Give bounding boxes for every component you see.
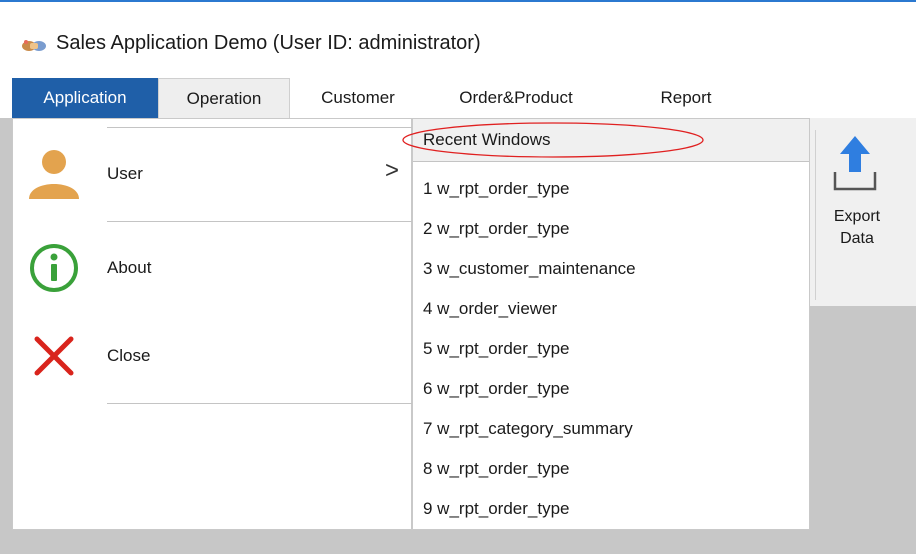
info-icon (30, 244, 78, 292)
export-upload-icon[interactable] (830, 134, 880, 198)
handshake-icon (22, 40, 46, 51)
tab-application[interactable]: Application (12, 78, 158, 118)
tab-report[interactable]: Report (636, 78, 736, 118)
export-label-line2: Data (840, 230, 874, 247)
recent-window-item[interactable]: 8 w_rpt_order_type (423, 459, 569, 479)
export-data-button[interactable]: Export Data (818, 206, 896, 250)
ribbon-divider (815, 130, 816, 300)
annotation-ellipse (402, 122, 704, 158)
menu-item-user-label: User (107, 164, 143, 183)
panel-separator (107, 221, 414, 222)
export-label-line1: Export (833, 208, 881, 225)
recent-window-item[interactable]: 7 w_rpt_category_summary (423, 419, 633, 439)
menu-item-user[interactable]: User > (13, 137, 413, 215)
tab-customer[interactable]: Customer (298, 78, 418, 118)
recent-window-item[interactable]: 3 w_customer_maintenance (423, 259, 636, 279)
recent-window-item[interactable]: 5 w_rpt_order_type (423, 339, 569, 359)
recent-window-item[interactable]: 1 w_rpt_order_type (423, 179, 569, 199)
title-bar: Sales Application Demo (User ID: adminis… (0, 2, 916, 78)
tab-order-product[interactable]: Order&Product (436, 78, 596, 118)
menu-item-close[interactable]: Close (13, 319, 413, 397)
menu-item-about-label: About (107, 258, 152, 277)
menu-bar: Application Operation Customer Order&Pro… (0, 78, 916, 118)
panel-separator (107, 127, 414, 128)
application-menu-panel: User > About Close (12, 118, 414, 530)
user-icon (29, 150, 79, 199)
recent-window-item[interactable]: 9 w_rpt_order_type (423, 499, 569, 519)
recent-windows-panel: Recent Windows 1 w_rpt_order_type 2 w_rp… (402, 118, 810, 530)
menu-item-close-label: Close (107, 346, 151, 365)
tab-operation[interactable]: Operation (158, 78, 290, 118)
menu-item-about[interactable]: About (13, 231, 413, 309)
close-icon (34, 336, 74, 376)
panel-separator (107, 403, 414, 404)
recent-window-item[interactable]: 6 w_rpt_order_type (423, 379, 569, 399)
recent-window-item[interactable]: 2 w_rpt_order_type (423, 219, 569, 239)
recent-window-item[interactable]: 4 w_order_viewer (423, 299, 557, 319)
window-title: Sales Application Demo (User ID: adminis… (56, 32, 481, 54)
